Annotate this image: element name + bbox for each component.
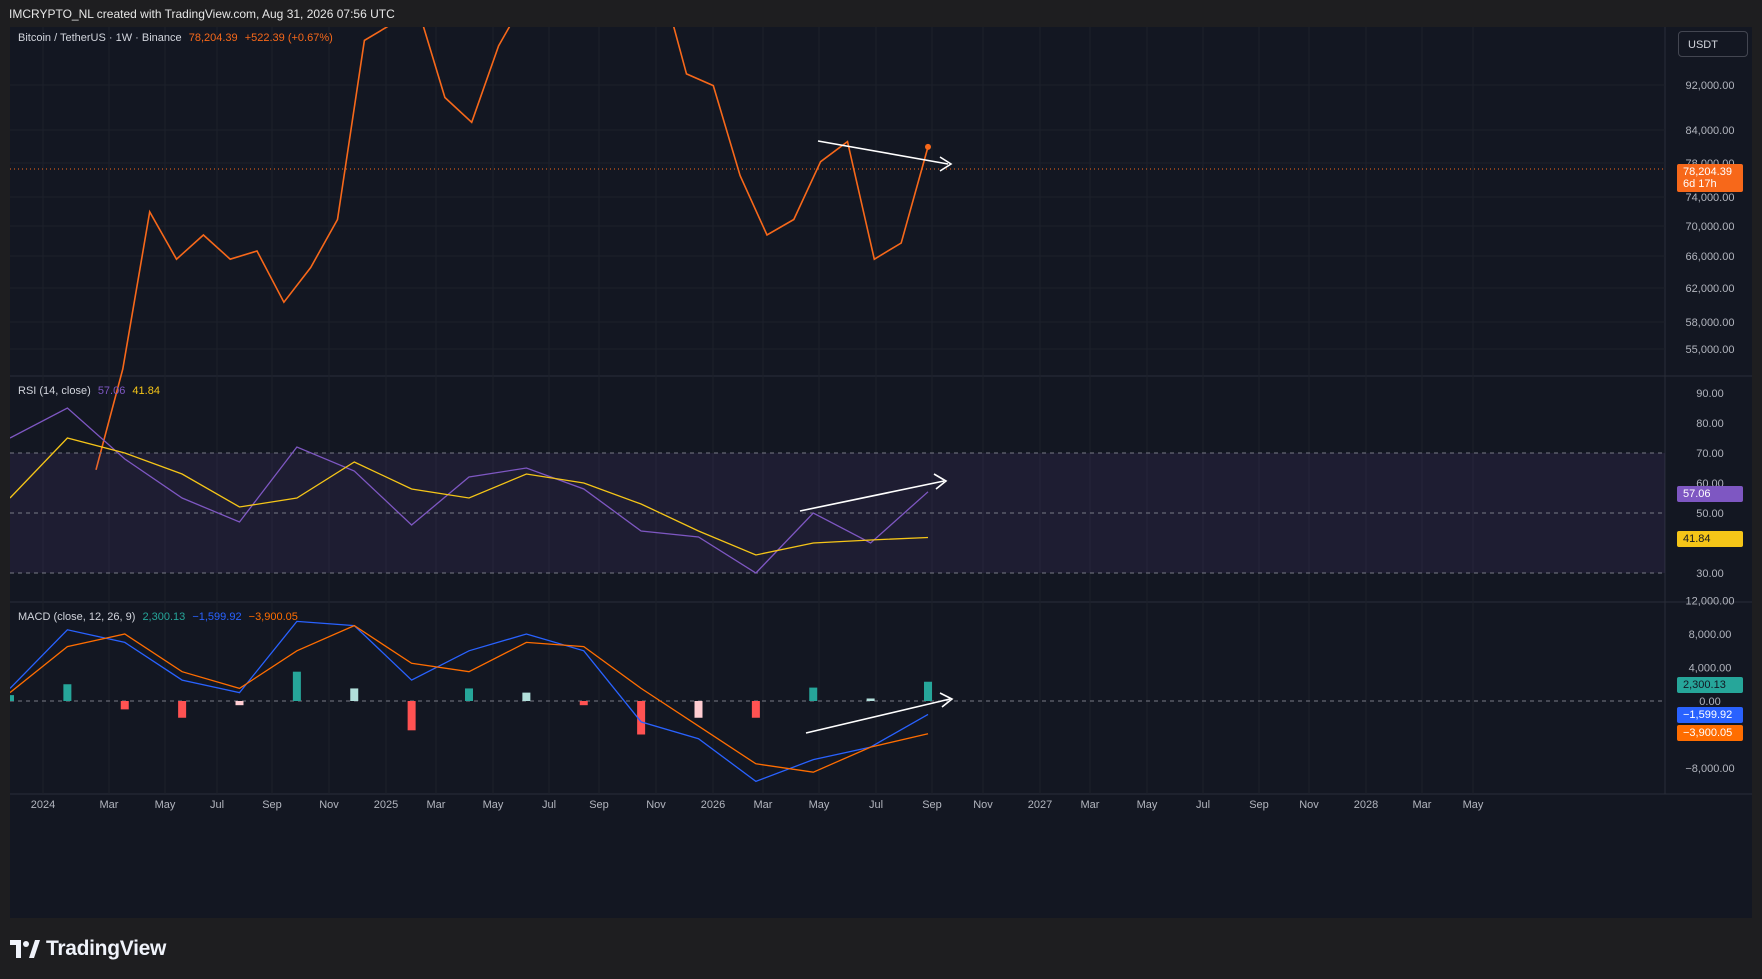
macd-legend[interactable]: MACD (close, 12, 26, 9) 2,300.13 −1,599.… bbox=[18, 611, 302, 623]
time-axis-label: Sep bbox=[922, 799, 942, 811]
rsi-legend[interactable]: RSI (14, close) 57.06 41.84 bbox=[18, 385, 164, 397]
macd-histogram-bar bbox=[350, 688, 359, 701]
price-axis-label: 62,000.00 bbox=[1686, 283, 1735, 295]
time-axis-label: 2024 bbox=[31, 799, 55, 811]
time-axis-label: May bbox=[1137, 799, 1158, 811]
chart-header: IMCRYPTO_NL created with TradingView.com… bbox=[0, 0, 1762, 27]
price-axis-label: 74,000.00 bbox=[1686, 192, 1735, 204]
time-axis-label: Mar bbox=[1081, 799, 1100, 811]
time-axis-label: 2027 bbox=[1028, 799, 1052, 811]
macd-histogram-bar bbox=[579, 701, 588, 706]
macd-histogram-bar bbox=[407, 701, 416, 731]
macd-axis-label: −8,000.00 bbox=[1685, 763, 1734, 775]
rsi-title[interactable]: RSI (14, close) bbox=[18, 385, 91, 397]
rsi-value: 57.06 bbox=[97, 385, 126, 397]
macd-histogram-bar bbox=[292, 671, 301, 701]
time-axis-label: Mar bbox=[427, 799, 446, 811]
macd-histogram-bar bbox=[866, 698, 875, 701]
rsi-ma-value: 41.84 bbox=[132, 385, 160, 397]
macd-histogram-bar bbox=[924, 681, 932, 701]
price-axis-label: 84,000.00 bbox=[1686, 125, 1735, 137]
time-axis-label: May bbox=[809, 799, 830, 811]
chart-canvas[interactable]: 2024 Mar May Jul Sep Nov 2025 Mar May Jul Sep Nov 20… bbox=[10, 27, 1752, 918]
price-axis-label: 66,000.00 bbox=[1686, 251, 1735, 263]
price-axis-label: 70,000.00 bbox=[1686, 221, 1735, 233]
tradingview-logo[interactable]: TradingView bbox=[10, 934, 166, 964]
macd-axis-label: 4,000.00 bbox=[1689, 663, 1732, 675]
macd-histogram-bar bbox=[465, 688, 473, 701]
macd-axis-label: 8,000.00 bbox=[1689, 629, 1732, 641]
time-axis-label: 2028 bbox=[1354, 799, 1378, 811]
symbol-title[interactable]: Bitcoin / TetherUS · 1W · Binance bbox=[18, 32, 182, 44]
price-change-value: +522.39 (+0.67%) bbox=[244, 32, 333, 44]
tradingview-logo-text: TradingView bbox=[46, 937, 167, 960]
macd-axis-label: 12,000.00 bbox=[1686, 596, 1735, 608]
time-axis-label: Jul bbox=[210, 799, 224, 811]
macd-line-badge: −1,599.92 bbox=[1677, 707, 1743, 723]
macd-histogram-bar bbox=[63, 684, 72, 701]
currency-button[interactable]: USDT bbox=[1678, 31, 1748, 57]
snapshot-credit: IMCRYPTO_NL created with TradingView.com… bbox=[9, 7, 395, 21]
tradingview-logo-icon bbox=[10, 940, 40, 958]
rsi-axis-label: 80.00 bbox=[1696, 418, 1724, 430]
price-legend[interactable]: Bitcoin / TetherUS · 1W · Binance 78,204… bbox=[18, 32, 337, 44]
price-axis-label: 58,000.00 bbox=[1686, 317, 1735, 329]
time-axis-label: Nov bbox=[1299, 799, 1319, 811]
price-line bbox=[95, 27, 929, 471]
time-axis-label: Jul bbox=[542, 799, 556, 811]
macd-histogram-bar bbox=[522, 692, 531, 701]
rsi-badge: 57.06 bbox=[1677, 486, 1743, 502]
time-axis-label: Nov bbox=[646, 799, 666, 811]
chart-frame[interactable]: 2024 Mar May Jul Sep Nov 2025 Mar May Jul Sep Nov 20… bbox=[10, 27, 1752, 918]
time-axis-label: Mar bbox=[100, 799, 119, 811]
last-price-badge: 78,204.39 6d 17h bbox=[1677, 164, 1743, 192]
rsi-axis-label: 50.00 bbox=[1696, 508, 1724, 520]
macd-line-value: −1,599.92 bbox=[192, 611, 242, 623]
time-axis-label: Sep bbox=[262, 799, 282, 811]
rsi-axis-label: 90.00 bbox=[1696, 388, 1724, 400]
macd-signal-badge: −3,900.05 bbox=[1677, 725, 1743, 741]
macd-histogram-bar bbox=[694, 701, 703, 718]
macd-signal-value: −3,900.05 bbox=[248, 611, 298, 623]
time-axis-label: Mar bbox=[754, 799, 773, 811]
time-axis-label: Sep bbox=[589, 799, 609, 811]
macd-hist-badge: 2,300.13 bbox=[1677, 677, 1743, 693]
macd-histogram-bar bbox=[10, 695, 14, 701]
rsi-axis-label: 70.00 bbox=[1696, 448, 1724, 460]
time-axis-label: 2025 bbox=[374, 799, 398, 811]
time-axis-label: Nov bbox=[319, 799, 339, 811]
last-price-badge-value: 78,204.39 bbox=[1683, 166, 1732, 178]
price-axis-label: 55,000.00 bbox=[1686, 344, 1735, 356]
last-price-dot bbox=[925, 143, 931, 150]
macd-histogram-bar bbox=[751, 701, 760, 718]
time-axis-label: 2026 bbox=[701, 799, 725, 811]
time-axis-label: Jul bbox=[869, 799, 883, 811]
macd-histogram-bar bbox=[120, 701, 129, 710]
time-axis-label: May bbox=[1463, 799, 1484, 811]
macd-hist-value: 2,300.13 bbox=[142, 611, 186, 623]
rsi-ma-badge: 41.84 bbox=[1677, 531, 1743, 547]
macd-histogram-bar bbox=[809, 687, 818, 701]
rsi-axis-label: 30.00 bbox=[1696, 568, 1724, 580]
macd-title[interactable]: MACD (close, 12, 26, 9) bbox=[18, 611, 135, 623]
time-axis-label: Nov bbox=[973, 799, 993, 811]
time-axis-label: Jul bbox=[1196, 799, 1210, 811]
bar-countdown: 6d 17h bbox=[1683, 178, 1717, 190]
time-axis-label: Sep bbox=[1249, 799, 1269, 811]
time-axis-label: Mar bbox=[1413, 799, 1432, 811]
macd-histogram-bar bbox=[235, 701, 244, 706]
last-price-value: 78,204.39 bbox=[188, 32, 238, 44]
time-axis-label: May bbox=[155, 799, 176, 811]
price-axis-label: 92,000.00 bbox=[1686, 80, 1735, 92]
time-axis-label: May bbox=[483, 799, 504, 811]
trend-arrow-macd bbox=[805, 698, 951, 734]
macd-histogram-bar bbox=[178, 701, 187, 718]
